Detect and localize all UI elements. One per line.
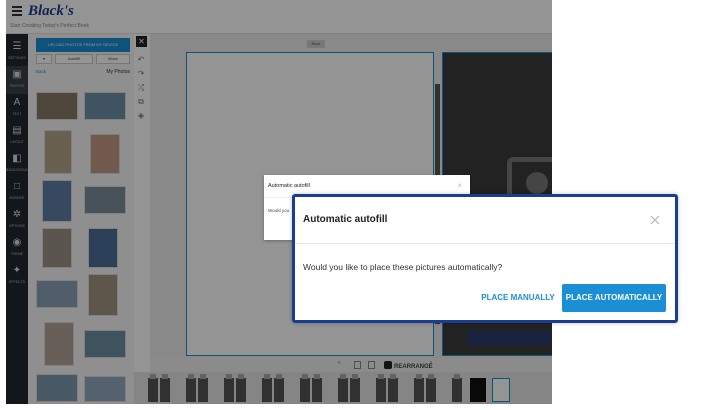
close-icon[interactable]: × (457, 181, 462, 190)
small-dialog-body: Would you (268, 208, 290, 213)
autofill-dialog: Automatic autofill Would you like to pla… (292, 194, 678, 323)
dialog-divider (295, 243, 675, 244)
screenshot-stage: Black's Start Creating Today's Perfect B… (0, 0, 706, 410)
dialog-title: Automatic autofill (303, 214, 388, 225)
small-dialog-title: Automatic autofill (268, 183, 310, 189)
close-icon[interactable] (649, 214, 661, 226)
place-automatically-button[interactable]: PLACE AUTOMATICALLY (562, 284, 666, 312)
place-manually-button[interactable]: PLACE MANUALLY (480, 284, 556, 312)
dialog-message: Would you like to place these pictures a… (303, 262, 503, 272)
